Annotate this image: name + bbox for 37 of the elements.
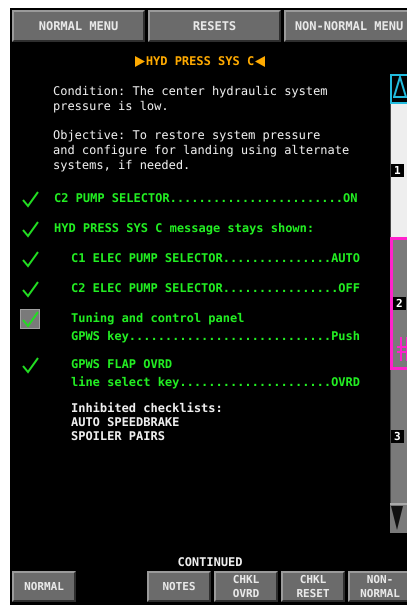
page-number: 3 bbox=[391, 430, 404, 443]
check-icon[interactable] bbox=[20, 279, 40, 299]
page-number: 1 bbox=[391, 164, 404, 177]
scroll-page[interactable]: 3 bbox=[390, 370, 407, 503]
bottom-button[interactable]: CHKL RESET bbox=[281, 571, 345, 602]
check-icon[interactable] bbox=[20, 189, 40, 209]
checklist-title: HYD PRESS SYS C bbox=[146, 53, 254, 70]
checklist-step: C2 ELEC PUMP SELECTOR................OFF bbox=[71, 279, 360, 297]
bottom-button[interactable]: NORMAL bbox=[12, 571, 76, 602]
down-arrow-icon bbox=[390, 505, 404, 531]
bottom-button[interactable]: NOTES bbox=[147, 571, 211, 602]
scroll-page[interactable]: 1 bbox=[390, 104, 407, 237]
scroll-up-button[interactable] bbox=[390, 74, 407, 104]
scroll-down-button[interactable] bbox=[390, 503, 407, 533]
right-triangle-icon bbox=[134, 56, 145, 66]
menu-button[interactable]: NORMAL MENU bbox=[12, 10, 145, 42]
menu-button[interactable]: NON-NORMAL MENU bbox=[284, 10, 407, 42]
checklist-step: HYD PRESS SYS C message stays shown: bbox=[54, 219, 314, 237]
left-triangle-icon bbox=[255, 56, 266, 66]
page-number: 2 bbox=[393, 297, 406, 310]
up-arrow-icon bbox=[393, 76, 407, 98]
scroll-page[interactable]: 2 bbox=[390, 237, 407, 370]
bottom-button[interactable]: NON- NORMAL bbox=[348, 571, 407, 602]
bottom-button[interactable]: CHKL OVRD bbox=[214, 571, 278, 602]
checklist-step: C2 PUMP SELECTOR........................ON bbox=[54, 189, 358, 207]
checklist-step: GPWS FLAP OVRD line select key.....................OVRD bbox=[71, 355, 360, 391]
check-icon[interactable] bbox=[20, 219, 40, 239]
note-text: Inhibited checklists: AUTO SPEEDBRAKE SPOILER PAIRS bbox=[71, 401, 223, 443]
menu-button[interactable]: RESETS bbox=[148, 10, 281, 42]
check-icon[interactable] bbox=[20, 249, 40, 269]
checklist-step: Tuning and control panel GPWS key............................Push bbox=[71, 309, 360, 345]
note-text: Objective: To restore system pressure and configure for landing using alternate systems, if needed. bbox=[53, 128, 350, 173]
checkbox[interactable] bbox=[20, 309, 40, 329]
continued-label: CONTINUED bbox=[177, 554, 243, 571]
check-icon[interactable] bbox=[20, 355, 40, 375]
checklist-step: C1 ELEC PUMP SELECTOR...............AUTO bbox=[71, 249, 360, 267]
note-text: Condition: The center hydraulic system pressure is low. bbox=[53, 84, 329, 114]
